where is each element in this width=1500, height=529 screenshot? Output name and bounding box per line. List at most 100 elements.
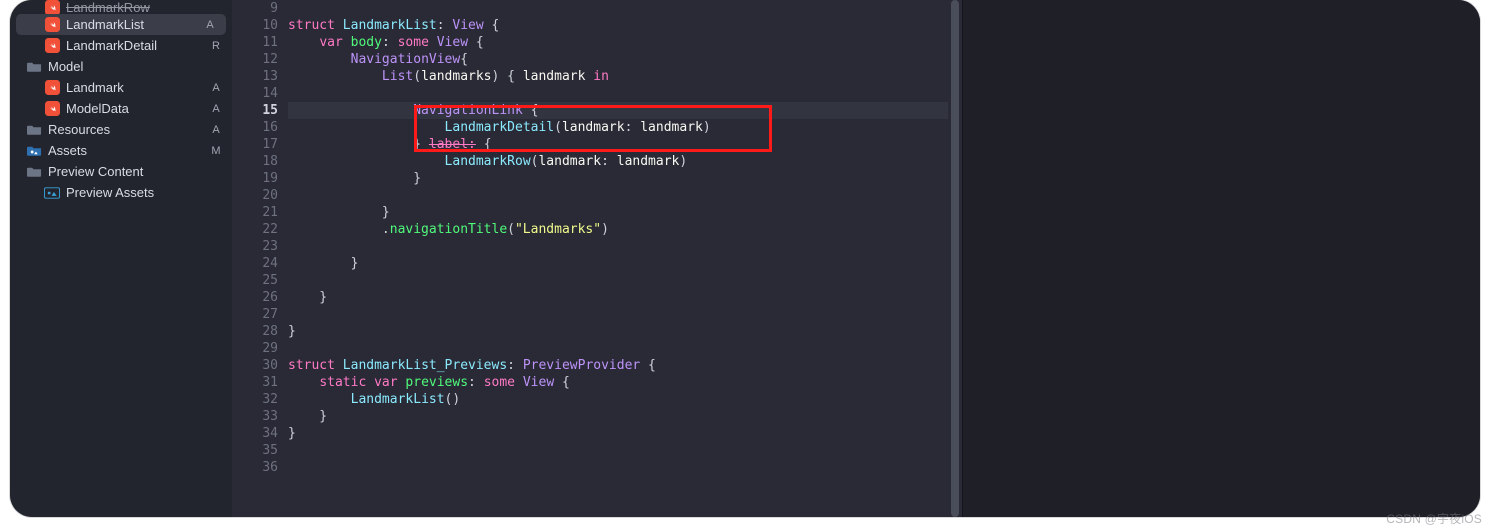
line-number: 11 <box>232 34 278 51</box>
nav-item-label: LandmarkDetail <box>66 38 206 53</box>
line-number: 31 <box>232 374 278 391</box>
code-line[interactable]: } <box>288 255 948 272</box>
code-line[interactable]: } <box>288 170 948 187</box>
line-number: 16 <box>232 119 278 136</box>
line-number: 32 <box>232 391 278 408</box>
code-line[interactable]: LandmarkList() <box>288 391 948 408</box>
scm-status-badge: A <box>204 19 216 31</box>
scm-status-badge: A <box>210 82 222 94</box>
scrollbar-thumb[interactable] <box>951 0 959 517</box>
nav-item-modeldata[interactable]: ModelData A <box>10 98 232 119</box>
line-number-gutter: 9101112131415161718192021222324252627282… <box>232 0 288 517</box>
nav-item-label: Preview Content <box>48 164 206 179</box>
line-number: 12 <box>232 51 278 68</box>
code-line[interactable]: } <box>288 408 948 425</box>
nav-item-preview-assets[interactable]: Preview Assets <box>10 182 232 203</box>
line-number: 35 <box>232 442 278 459</box>
line-number: 17 <box>232 136 278 153</box>
line-number: 23 <box>232 238 278 255</box>
code-line[interactable]: struct LandmarkList_Previews: PreviewPro… <box>288 357 948 374</box>
editor-pane: 9101112131415161718192021222324252627282… <box>232 0 1480 517</box>
nav-item-label: LandmarkList <box>66 17 200 32</box>
scm-status-badge: M <box>210 145 222 157</box>
nav-item-landmarklist[interactable]: LandmarkList A <box>16 14 226 35</box>
line-number: 24 <box>232 255 278 272</box>
nav-item-label: Landmark <box>66 80 206 95</box>
line-number: 18 <box>232 153 278 170</box>
code-line[interactable] <box>288 442 948 459</box>
line-number: 36 <box>232 459 278 476</box>
code-line[interactable] <box>288 459 948 476</box>
line-number: 21 <box>232 204 278 221</box>
nav-item-preview-content[interactable]: Preview Content <box>10 161 232 182</box>
code-line[interactable]: NavigationLink { <box>288 102 948 119</box>
code-line[interactable] <box>288 238 948 255</box>
code-line[interactable]: struct LandmarkList: View { <box>288 17 948 34</box>
line-number: 22 <box>232 221 278 238</box>
scm-status-badge: R <box>210 40 222 52</box>
nav-item-label: Preview Assets <box>66 185 206 200</box>
code-line[interactable]: LandmarkRow(landmark: landmark) <box>288 153 948 170</box>
code-line[interactable]: } <box>288 289 948 306</box>
code-line[interactable] <box>288 187 948 204</box>
assets-icon <box>26 143 42 159</box>
preview-icon <box>44 185 60 201</box>
line-number: 29 <box>232 340 278 357</box>
swift-icon <box>44 0 60 14</box>
swift-icon <box>44 101 60 117</box>
editor-scrollbar[interactable] <box>948 0 962 517</box>
code-line[interactable]: NavigationView{ <box>288 51 948 68</box>
line-number: 19 <box>232 170 278 187</box>
code-line[interactable]: } <box>288 323 948 340</box>
swift-icon <box>44 80 60 96</box>
nav-item-label: ModelData <box>66 101 206 116</box>
line-number: 9 <box>232 0 278 17</box>
code-line[interactable] <box>288 340 948 357</box>
line-number: 14 <box>232 85 278 102</box>
line-number: 33 <box>232 408 278 425</box>
project-navigator[interactable]: LandmarkRowLandmarkListALandmarkDetailRM… <box>10 0 232 517</box>
code-line[interactable]: static var previews: some View { <box>288 374 948 391</box>
code-line[interactable]: } <box>288 425 948 442</box>
line-number: 20 <box>232 187 278 204</box>
nav-item-landmark[interactable]: Landmark A <box>10 77 232 98</box>
code-line[interactable]: } label: { <box>288 136 948 153</box>
nav-item-resources[interactable]: ResourcesA <box>10 119 232 140</box>
swift-icon <box>44 38 60 54</box>
line-number: 25 <box>232 272 278 289</box>
folder-icon <box>26 122 42 138</box>
code-line[interactable]: List(landmarks) { landmark in <box>288 68 948 85</box>
scm-status-badge: A <box>210 124 222 136</box>
nav-item-label: Assets <box>48 143 206 158</box>
nav-item-landmarkrow[interactable]: LandmarkRow <box>10 0 232 14</box>
scm-status-badge: A <box>210 103 222 115</box>
code-content[interactable]: struct LandmarkList: View { var body: so… <box>288 0 948 517</box>
nav-item-assets[interactable]: Assets M <box>10 140 232 161</box>
folder-icon <box>26 164 42 180</box>
code-editor[interactable]: 9101112131415161718192021222324252627282… <box>232 0 948 517</box>
canvas-preview-pane[interactable] <box>962 0 1480 517</box>
xcode-window: LandmarkRowLandmarkListALandmarkDetailRM… <box>10 0 1480 517</box>
code-line[interactable]: var body: some View { <box>288 34 948 51</box>
nav-item-landmarkdetail[interactable]: LandmarkDetail R <box>10 35 232 56</box>
code-line[interactable] <box>288 85 948 102</box>
line-number: 15 <box>232 102 278 119</box>
code-line[interactable]: .navigationTitle("Landmarks") <box>288 221 948 238</box>
line-number: 13 <box>232 68 278 85</box>
line-number: 26 <box>232 289 278 306</box>
code-line[interactable] <box>288 0 948 17</box>
line-number: 10 <box>232 17 278 34</box>
code-line[interactable] <box>288 272 948 289</box>
line-number: 34 <box>232 425 278 442</box>
nav-item-label: LandmarkRow <box>66 0 206 14</box>
folder-icon <box>26 59 42 75</box>
nav-item-model[interactable]: Model <box>10 56 232 77</box>
code-line[interactable]: } <box>288 204 948 221</box>
nav-item-label: Model <box>48 59 206 74</box>
code-line[interactable]: LandmarkDetail(landmark: landmark) <box>288 119 948 136</box>
code-line[interactable] <box>288 306 948 323</box>
line-number: 27 <box>232 306 278 323</box>
swift-icon <box>44 17 60 33</box>
line-number: 30 <box>232 357 278 374</box>
line-number: 28 <box>232 323 278 340</box>
